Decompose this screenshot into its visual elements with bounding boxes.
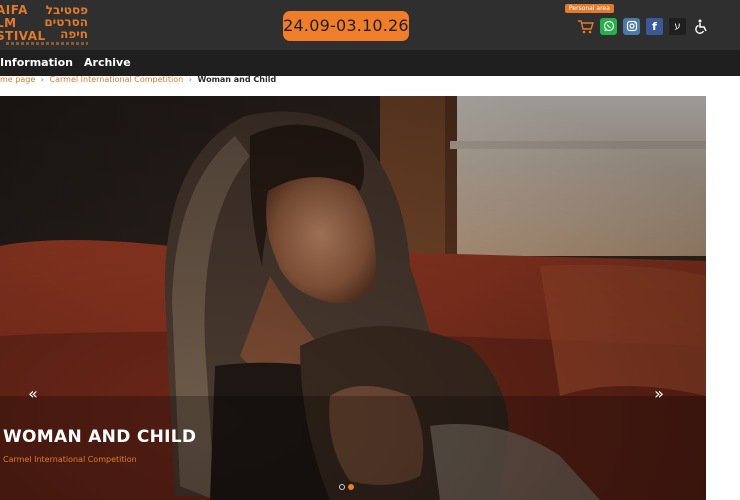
logo-hebrew-text: פסטיבל הסרטים חיפה (44, 3, 88, 41)
film-section-link[interactable]: Carmel International Competition (3, 455, 137, 464)
logo-latin-text: AIFA LM STIVAL (0, 3, 46, 43)
logo-underline-decoration (6, 42, 88, 45)
facebook-icon[interactable]: f (646, 17, 663, 35)
film-title[interactable]: WOMAN AND CHILD (3, 427, 196, 447)
instagram-icon[interactable] (623, 17, 640, 35)
accessibility-icon[interactable] (692, 18, 709, 35)
site-header: AIFA LM STIVAL פסטיבל הסרטים חיפה 24.09-… (0, 0, 740, 50)
festival-dates-badge[interactable]: 24.09-03.10.26 (283, 11, 409, 41)
breadcrumb: me page › Carmel International Competiti… (0, 74, 279, 86)
main-navigation: Information Archive (0, 50, 740, 76)
header-icon-bar: f ע (577, 16, 709, 36)
nav-item-archive[interactable]: Archive (84, 50, 131, 76)
nav-item-information[interactable]: Information (0, 50, 73, 76)
breadcrumb-separator: › (188, 75, 192, 84)
breadcrumb-current: Woman and Child (197, 75, 277, 84)
previous-slide-button[interactable]: « (23, 384, 43, 404)
hebrew-language-icon[interactable]: ע (669, 17, 686, 35)
festival-logo[interactable]: AIFA LM STIVAL פסטיבל הסרטים חיפה (0, 4, 90, 48)
breadcrumb-competition-link[interactable]: Carmel International Competition (50, 75, 184, 84)
next-slide-button[interactable]: » (649, 384, 669, 404)
whatsapp-icon[interactable] (600, 17, 617, 35)
breadcrumb-separator: › (40, 75, 44, 84)
slider-dot-1[interactable] (339, 484, 345, 490)
slider-pagination (339, 484, 354, 490)
slider-dot-2-active[interactable] (348, 484, 354, 490)
breadcrumb-home-link[interactable]: me page (0, 75, 35, 84)
personal-area-button[interactable]: Personal area (565, 4, 614, 13)
cart-icon[interactable] (577, 18, 594, 35)
